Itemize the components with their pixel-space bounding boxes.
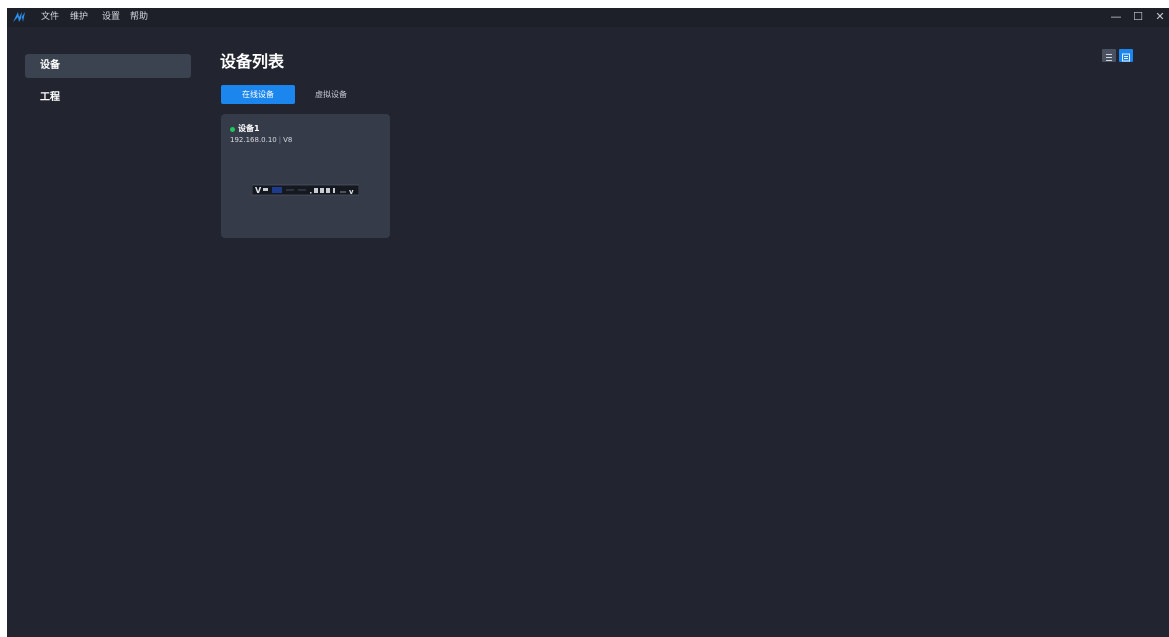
- close-button[interactable]: ✕: [1153, 10, 1167, 24]
- device-card[interactable]: 设备1 192.168.0.10 | V8 V v: [221, 114, 390, 238]
- grid-view-button[interactable]: [1119, 49, 1133, 62]
- sidebar-item-devices[interactable]: 设备: [25, 54, 191, 78]
- list-icon: [1106, 54, 1112, 61]
- grid-icon: [1122, 53, 1130, 62]
- menu-help[interactable]: 帮助: [130, 12, 148, 23]
- menu-settings[interactable]: 设置: [102, 12, 120, 23]
- tab-online-devices[interactable]: 在线设备: [221, 85, 295, 104]
- app-window: 文件 维护 设置 帮助 — ☐ ✕ 设备 工程 设备列表 在线设备 虚拟设备 设…: [7, 8, 1169, 637]
- online-status-icon: [230, 127, 235, 132]
- svg-text:v: v: [349, 188, 354, 196]
- device-ip: 192.168.0.10: [230, 136, 277, 144]
- minimize-button[interactable]: —: [1109, 10, 1123, 24]
- menu-file[interactable]: 文件: [41, 12, 59, 23]
- device-model: V8: [283, 136, 293, 144]
- device-name: 设备1: [238, 124, 260, 133]
- device-hardware-icon: V v: [252, 184, 359, 196]
- sidebar-item-projects[interactable]: 工程: [25, 86, 191, 110]
- sidebar-item-label: 工程: [40, 92, 60, 103]
- device-info: 192.168.0.10 | V8: [230, 136, 292, 145]
- list-view-button[interactable]: [1102, 49, 1116, 62]
- menu-maintenance[interactable]: 维护: [70, 12, 88, 23]
- svg-text:V: V: [255, 186, 262, 195]
- app-logo-icon: [13, 12, 25, 22]
- page-title: 设备列表: [220, 52, 285, 71]
- title-bar: 文件 维护 设置 帮助 — ☐ ✕: [7, 8, 1169, 27]
- tab-virtual-devices[interactable]: 虚拟设备: [301, 85, 361, 104]
- sidebar-item-label: 设备: [40, 60, 60, 71]
- maximize-button[interactable]: ☐: [1131, 10, 1145, 24]
